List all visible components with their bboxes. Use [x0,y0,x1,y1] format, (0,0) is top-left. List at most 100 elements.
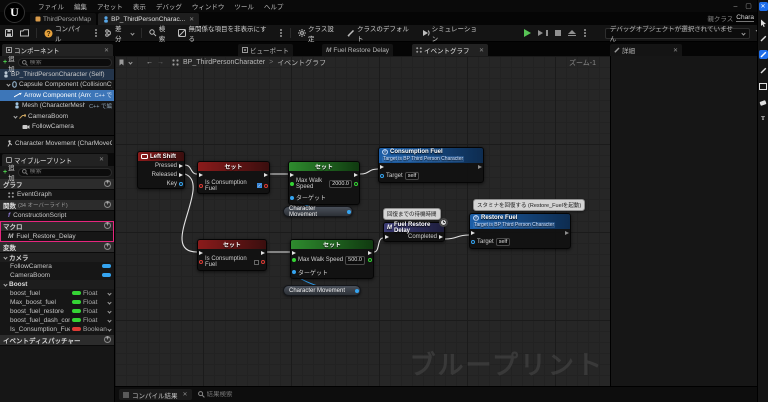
compile-results-tab[interactable]: コンパイル結果 ✕ [119,389,192,400]
node-set-max-walk-speed-2000[interactable]: セット Max Walk Speed 2000.0 ターゲット [288,161,360,205]
compile-button[interactable]: ? コンパイル [42,22,89,44]
browse-asset-button[interactable] [18,28,31,38]
node-get-character-movement[interactable]: Character Movement [283,206,353,218]
target-in-pin[interactable] [380,173,384,178]
variable-cameraboom[interactable]: CameraBoom [0,271,114,280]
pen-icon[interactable] [759,66,768,75]
node-set-is-consumption-fuel-false[interactable]: セット Is Consumption Fuel [197,239,267,271]
float-out-pin[interactable] [368,258,372,263]
float-value-input[interactable]: 500.0 [345,256,365,265]
minimize-button[interactable]: – [732,3,739,10]
components-search[interactable] [17,58,112,67]
eject-button[interactable] [566,29,578,38]
close-panel-icon[interactable]: ✕ [99,156,104,163]
node-get-character-movement[interactable]: Character Movement [283,285,361,296]
frame-skip-button[interactable] [536,29,550,37]
tree-row-cameraboom[interactable]: CameraBoom [0,111,114,122]
tab-details[interactable]: 詳細 ✕ [610,44,682,56]
add-dispatcher-icon[interactable]: + [104,336,111,343]
bool-checkbox-unchecked[interactable] [254,259,259,265]
chevron-down-icon[interactable] [107,290,112,296]
close-panel-icon[interactable]: ✕ [673,47,678,54]
variable-is-consumption-fuel[interactable]: Is_Consumption_Fuel Boolean [0,325,114,334]
stop-button[interactable] [553,29,563,37]
target-in-pin[interactable] [292,270,296,274]
variable-boost-fuel-restore[interactable]: boost_fuel_restore Float [0,307,114,316]
nav-forward-icon[interactable]: → [157,59,164,66]
tree-row-charactermovement[interactable]: Character Movement (CharMoveCon [0,138,114,149]
tree-row-followcamera[interactable]: FollowCamera [0,122,114,133]
variable-boost-fuel[interactable]: boost_fuel Float [0,289,114,298]
menu-debug[interactable]: デバッグ [156,1,182,11]
item-constructionscript[interactable]: f ConstructionScript [0,211,114,221]
chevron-down-icon[interactable] [107,326,112,332]
section-event-dispatchers[interactable]: イベントディスパッチャー + [0,334,114,346]
category-boost[interactable]: Boost [0,279,114,289]
bool-in-pin[interactable] [199,260,203,264]
menu-help[interactable]: ヘルプ [264,1,284,11]
pen-active-icon[interactable] [758,50,768,59]
exec-in-pin[interactable] [471,230,475,235]
tree-row-self[interactable]: BP_ThirdPersonCharacter (Self) [0,69,114,80]
node-comment-delay[interactable]: 回復までの待機時間 [383,208,441,220]
exec-out-pin[interactable] [478,164,482,169]
exec-out-pin[interactable] [354,172,358,177]
item-fuel-restore-delay[interactable]: M Fuel_Restore_Delay [0,232,114,242]
event-graph-canvas[interactable]: ← → BP_ThirdPersonCharacter > イベントグラフ ズー… [115,56,610,386]
tab-my-blueprint[interactable]: マイブループリント ✕ [2,153,108,166]
debug-object-dropdown[interactable]: デバッグオブジェクトが選択されていません [604,26,750,43]
breadcrumb-current[interactable]: イベントグラフ [277,58,326,68]
node-set-is-consumption-fuel-true[interactable]: セット Is Consumption Fuel ✓ [197,161,270,194]
class-defaults-button[interactable]: クラスのデフォルト [345,22,417,44]
float-in-pin[interactable] [290,182,294,186]
play-options-kebab[interactable] [583,32,586,34]
chevron-down-icon[interactable] [107,299,112,305]
my-blueprint-search[interactable] [17,167,112,177]
node-comment-restore[interactable]: スタミナを回復する (Restore_Fuelを起動) [473,199,586,211]
text-tool-icon[interactable]: T [759,114,768,123]
rectangle-tool-icon[interactable] [759,82,768,91]
maximize-button[interactable]: ▢ [745,3,752,10]
node-fuel-restore-delay[interactable]: M Fuel Restore Delay Completed [383,218,448,242]
exec-out-pin[interactable] [179,172,183,177]
bool-checkbox-checked[interactable]: ✓ [257,183,262,188]
chevron-down-icon[interactable] [107,308,112,314]
nav-back-icon[interactable]: ← [146,59,153,66]
breadcrumb-root[interactable]: BP_ThirdPersonCharacter [183,59,265,66]
target-in-pin[interactable] [290,195,294,200]
float-in-pin[interactable] [292,258,296,263]
tree-row-capsule[interactable]: Capsule Component (CollisionCylind [0,80,114,91]
close-panel-icon[interactable]: ✕ [479,47,484,54]
add-variable-icon[interactable]: + [104,243,111,250]
exec-out-pin[interactable] [179,163,183,168]
bool-in-pin[interactable] [199,183,203,188]
node-consumption-fuel[interactable]: f Consumption Fuel Target is BP Third Per… [378,147,484,183]
section-macros[interactable]: マクロ + [0,220,114,232]
variable-boost-fuel-dash-cons[interactable]: boost_fuel_dash_cons Float [0,316,114,325]
tab-fuel-restore-delay[interactable]: M Fuel Restore Delay [322,44,394,56]
expand-arrow-icon[interactable] [13,114,18,119]
exec-in-pin[interactable] [385,234,389,239]
find-results-field[interactable] [197,391,267,398]
bool-out-pin[interactable] [261,260,265,264]
simulation-button[interactable]: シミュレーション [420,22,485,44]
menu-view[interactable]: 表示 [133,1,146,11]
chevron-down-icon[interactable] [128,60,133,65]
tab-components[interactable]: コンポーネント ✕ [2,44,113,56]
completed-out-pin[interactable] [439,234,443,239]
node-restore-fuel[interactable]: f Restore Fuel Target is BP Third Person … [469,213,571,249]
menu-asset[interactable]: アセット [97,1,123,11]
components-search-input[interactable] [29,59,108,66]
bool-out-pin[interactable] [264,183,268,188]
exec-out-pin[interactable] [261,250,265,255]
menu-file[interactable]: ファイル [38,1,64,11]
float-value-input[interactable]: 2000.0 [329,179,352,189]
object-out-pin[interactable] [355,288,359,293]
class-settings-button[interactable]: クラス設定 [296,22,342,44]
play-button[interactable] [522,28,533,38]
exec-in-pin[interactable] [292,250,296,255]
tab-event-graph[interactable]: イベントグラフ ✕ [412,44,488,56]
parent-class-value[interactable]: Chara [736,14,754,22]
menu-edit[interactable]: 編集 [74,1,87,11]
pen-icon[interactable] [759,34,768,43]
